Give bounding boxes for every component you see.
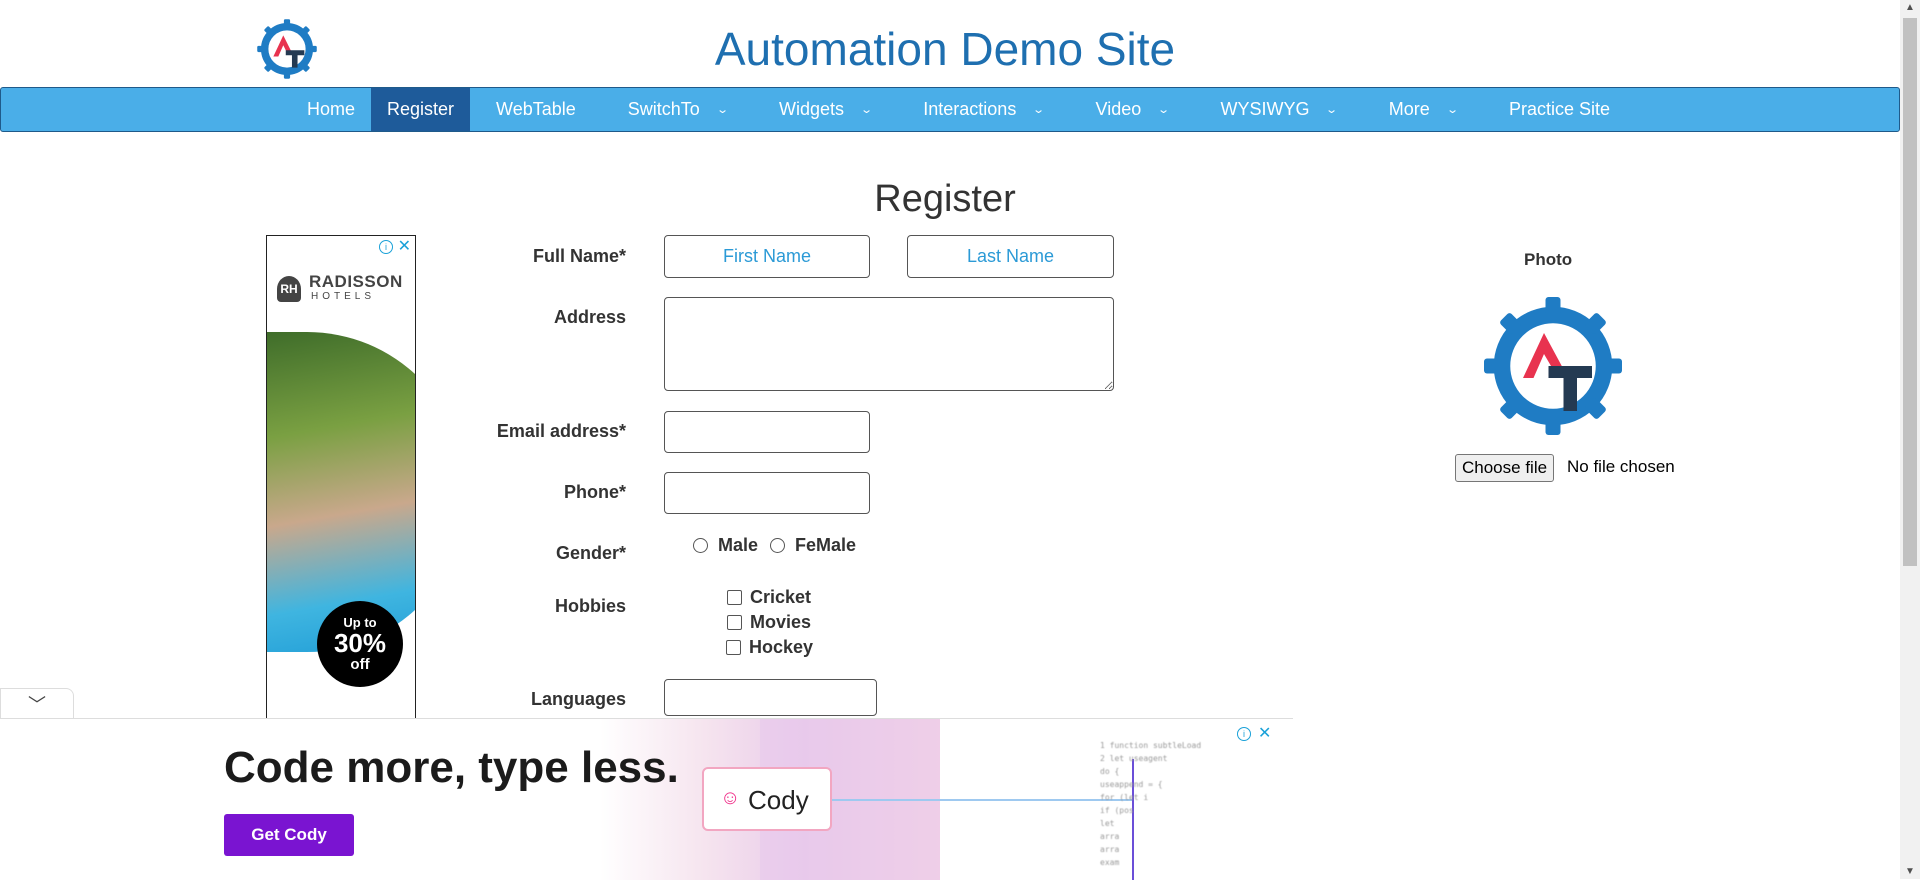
cody-logo-icon: ☺ [720, 787, 741, 809]
nav-item-widgets[interactable]: Widgets ⌄ [753, 88, 897, 131]
nav-item-interactions[interactable]: Interactions ⌄ [897, 88, 1069, 131]
chevron-down-icon[interactable]: ⌄ [1032, 103, 1045, 116]
choose-file-button[interactable]: Choose file [1455, 454, 1555, 482]
gender-male-radio[interactable] [693, 538, 708, 553]
gender-options: Male FeMale [693, 535, 856, 556]
hobby-movies-checkbox[interactable] [727, 615, 742, 630]
email-label: Email address* [496, 421, 626, 441]
nav-item-register[interactable]: Register [371, 88, 471, 131]
ad-info-icon[interactable]: i [379, 240, 393, 254]
nav-item-label: WebTable [496, 99, 576, 119]
hobby-hockey[interactable]: Hockey [726, 637, 813, 658]
ad-code-preview: 1 function subtleLoad 2 let useagent do {… [1100, 741, 1280, 880]
side-advertisement[interactable]: i ✕ RH RADISSON HOTELS Up to 30% off [266, 235, 416, 737]
code-line: arra [1100, 832, 1120, 841]
hobbies-label: Hobbies [554, 596, 626, 616]
nav-item-label: More [1388, 99, 1430, 119]
nav-item-webtable[interactable]: WebTable [470, 88, 602, 131]
chevron-down-icon[interactable]: ⌄ [716, 103, 729, 116]
gender-label: Gender* [555, 543, 626, 563]
gender-male-label: Male [718, 535, 759, 555]
cody-product-name: Cody [748, 785, 809, 815]
hobby-movies[interactable]: Movies [727, 612, 811, 633]
radisson-brand-name: RADISSON [309, 272, 403, 291]
hobby-cricket-label: Cricket [750, 587, 812, 607]
nav-item-label: Practice Site [1508, 99, 1610, 119]
file-status-text: No file chosen [1567, 457, 1675, 476]
ad-headline: Code more, type less. [224, 743, 679, 792]
chevron-down-icon[interactable]: ⌄ [860, 103, 873, 116]
last-name-input[interactable] [907, 235, 1114, 278]
code-line: for (let i [1100, 793, 1149, 802]
nav-item-wysiwyg[interactable]: WYSIWYG ⌄ [1194, 88, 1362, 131]
nav-item-label: SwitchTo [627, 99, 700, 119]
nav-item-switchto[interactable]: SwitchTo ⌄ [602, 88, 753, 131]
scroll-up-arrow-icon[interactable]: ▲ [1905, 2, 1915, 13]
get-cody-button[interactable]: Get Cody [224, 814, 354, 856]
gender-female-radio[interactable] [770, 538, 786, 553]
promo-line-3: off [350, 656, 370, 673]
ad-close-icon[interactable]: ✕ [398, 236, 411, 256]
cody-product-card: ☺ Cody [702, 767, 832, 831]
nav-item-home[interactable]: Home [291, 88, 371, 131]
site-title: Automation Demo Site [714, 23, 1176, 75]
hobby-hockey-label: Hockey [749, 637, 814, 657]
address-textarea[interactable] [664, 297, 1114, 391]
code-line: let [1100, 819, 1115, 828]
phone-input[interactable] [664, 472, 870, 514]
hobby-cricket[interactable]: Cricket [727, 587, 811, 608]
code-line: arra [1100, 845, 1120, 854]
ad-promo-badge: Up to 30% off [317, 601, 403, 687]
hobby-hockey-checkbox[interactable] [726, 640, 741, 655]
ad-close-icon[interactable]: ✕ [1258, 723, 1271, 743]
languages-label: Languages [530, 689, 626, 709]
scrollbar-thumb[interactable] [1903, 18, 1917, 566]
chevron-down-icon[interactable]: ⌄ [1326, 103, 1339, 116]
ad-collapse-toggle[interactable]: ﹀ [0, 688, 74, 721]
photo-preview-image [1478, 290, 1628, 442]
radisson-logo-badge: RH [277, 276, 301, 302]
nav-item-label: Home [307, 99, 356, 119]
photo-label: Photo [1524, 250, 1573, 269]
main-nav: Home Register WebTable SwitchTo ⌄ Widgets ⌄ Int… [0, 87, 1900, 132]
ad-connector-line [832, 799, 1132, 801]
first-name-input[interactable] [664, 235, 870, 278]
nav-item-label: Widgets [779, 99, 845, 119]
nav-item-practice-site[interactable]: Practice Site [1483, 88, 1636, 131]
code-line: useappend = { [1100, 780, 1163, 789]
nav-item-label: Register [387, 99, 455, 119]
address-label: Address [553, 307, 626, 327]
code-line: 1 function subtleLoad [1100, 741, 1202, 750]
code-line: exam [1100, 858, 1120, 867]
code-line: do { [1100, 767, 1120, 776]
languages-select[interactable] [664, 679, 877, 716]
nav-item-label: Video [1095, 99, 1142, 119]
nav-item-label: WYSIWYG [1220, 99, 1310, 119]
email-input[interactable] [664, 411, 870, 453]
nav-item-video[interactable]: Video ⌄ [1070, 88, 1195, 131]
vertical-scrollbar[interactable]: ▲ ▼ [1900, 0, 1920, 879]
code-line: if (pos [1100, 806, 1134, 815]
nav-item-more[interactable]: More ⌄ [1363, 88, 1483, 131]
promo-line-2: 30% [333, 628, 387, 658]
nav-list: Home Register WebTable SwitchTo ⌄ Widgets ⌄ Int… [291, 88, 1636, 131]
chevron-down-icon[interactable]: ⌄ [1446, 103, 1459, 116]
page-heading: Register [874, 178, 1016, 220]
phone-label: Phone* [563, 482, 626, 502]
nav-item-label: Interactions [923, 99, 1017, 119]
gender-female-label: FeMale [795, 535, 857, 555]
hobby-cricket-checkbox[interactable] [727, 590, 742, 605]
radisson-brand-sub: HOTELS [311, 291, 376, 302]
chevron-down-icon[interactable]: ⌄ [1157, 103, 1170, 116]
ad-info-icon[interactable]: i [1237, 727, 1251, 741]
full-name-label: Full Name* [532, 246, 626, 266]
scroll-down-arrow-icon[interactable]: ▼ [1905, 866, 1915, 877]
bottom-advertisement[interactable]: Code more, type less. Get Cody ☺ Cody 1 … [0, 718, 1293, 880]
chevron-down-icon: ﹀ [28, 695, 46, 715]
code-line: 2 let useagent [1100, 754, 1168, 763]
hobby-movies-label: Movies [750, 612, 812, 632]
